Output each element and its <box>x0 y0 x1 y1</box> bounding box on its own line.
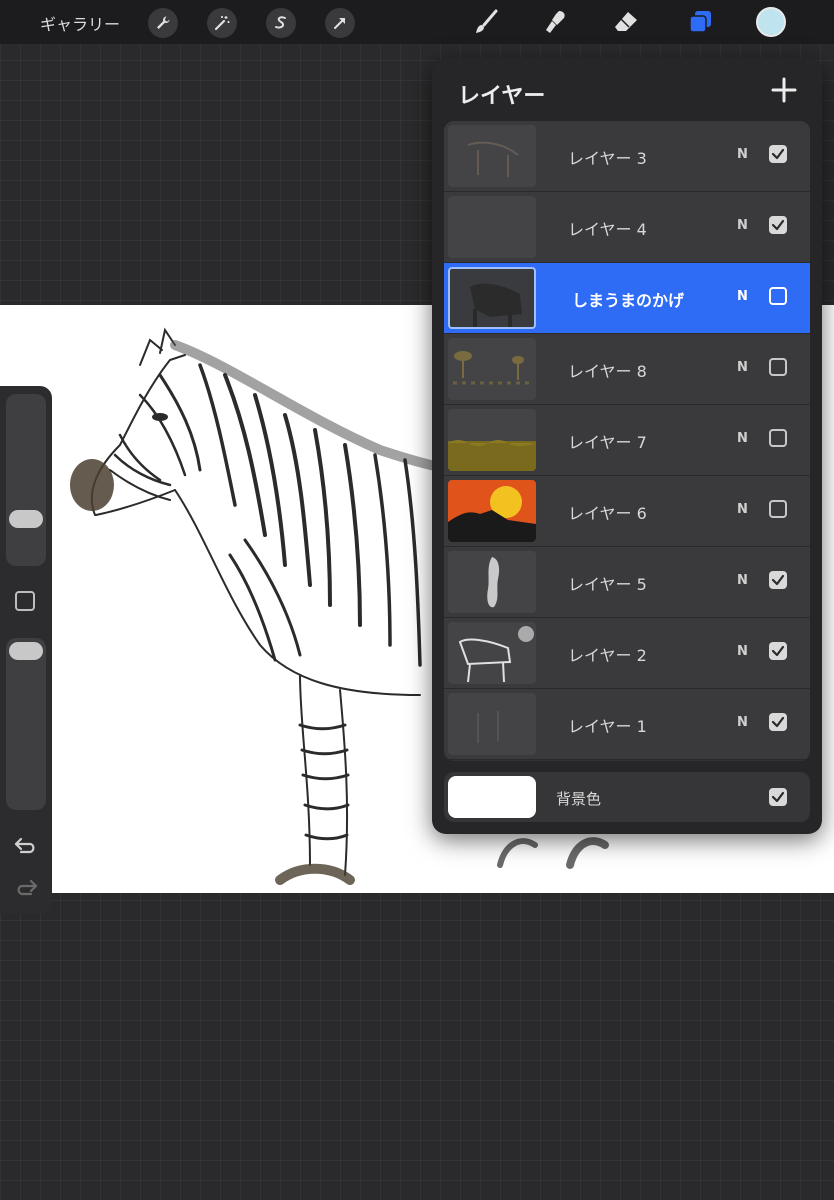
blend-mode-button[interactable]: N <box>737 502 748 517</box>
plus-icon[interactable] <box>770 76 798 104</box>
layer-name: レイヤー 5 <box>568 575 647 594</box>
layer-name: レイヤー 6 <box>568 504 647 523</box>
layer-thumbnail[interactable] <box>448 551 536 613</box>
layer-thumbnail[interactable] <box>448 622 536 684</box>
brush-tool[interactable] <box>470 6 502 38</box>
color-picker-button[interactable] <box>756 7 786 37</box>
wrench-icon <box>157 16 170 29</box>
layer-visibility-checkbox[interactable] <box>769 642 787 660</box>
layer-thumbnail[interactable] <box>448 125 536 187</box>
opacity-knob[interactable] <box>9 642 43 660</box>
layer-visibility-checkbox[interactable] <box>769 429 787 447</box>
layer-name: しまうまのかげ <box>572 291 685 310</box>
eraser-icon <box>615 12 637 31</box>
blend-mode-button[interactable]: N <box>737 218 748 233</box>
layer-row[interactable]: レイヤー 8 N <box>444 334 810 405</box>
layer-visibility-checkbox[interactable] <box>769 358 787 376</box>
layer-thumbnail[interactable] <box>448 409 536 471</box>
transform-arrow-icon <box>334 18 345 29</box>
eraser-tool[interactable] <box>610 6 642 38</box>
blend-mode-button[interactable]: N <box>737 289 748 304</box>
layer-visibility-checkbox[interactable] <box>769 500 787 518</box>
smudge-icon <box>546 11 565 33</box>
blend-mode-button[interactable]: N <box>737 573 748 588</box>
layer-thumbnail[interactable] <box>448 338 536 400</box>
checkmark-icon <box>771 716 785 728</box>
layers-icon <box>689 11 711 33</box>
layer-name: レイヤー 2 <box>568 646 647 665</box>
actions-button[interactable] <box>148 8 178 38</box>
layer-visibility-checkbox[interactable] <box>769 216 787 234</box>
layers-panel-title: レイヤー <box>458 84 546 109</box>
opacity-slider[interactable] <box>6 638 46 810</box>
redo-icon[interactable] <box>13 876 39 898</box>
selection-button[interactable] <box>266 8 296 38</box>
blend-mode-button[interactable]: N <box>737 644 748 659</box>
checkmark-icon <box>771 148 785 160</box>
layer-thumbnail[interactable] <box>448 196 536 258</box>
brush-icon <box>476 9 498 33</box>
layer-thumbnail[interactable] <box>448 693 536 755</box>
blend-mode-button[interactable]: N <box>737 431 748 446</box>
layer-visibility-checkbox[interactable] <box>769 713 787 731</box>
magic-wand-icon <box>214 16 230 31</box>
checkmark-icon <box>771 219 785 231</box>
smudge-tool[interactable] <box>540 6 572 38</box>
undo-icon[interactable] <box>13 834 39 856</box>
layer-visibility-checkbox[interactable] <box>769 287 787 305</box>
background-visibility-checkbox[interactable] <box>769 788 787 806</box>
transform-button[interactable] <box>325 8 355 38</box>
layer-thumbnail[interactable] <box>448 267 536 329</box>
layer-name: レイヤー 7 <box>568 433 647 452</box>
layer-row[interactable]: しまうまのかげ N <box>444 263 810 334</box>
background-color-row[interactable]: 背景色 <box>444 772 810 822</box>
blend-mode-button[interactable]: N <box>737 715 748 730</box>
layer-row[interactable]: レイヤー 7 N <box>444 405 810 476</box>
left-sidebar <box>0 386 52 914</box>
selection-icon <box>275 16 286 29</box>
layer-row[interactable]: レイヤー 4 N <box>444 192 810 263</box>
adjustments-button[interactable] <box>207 8 237 38</box>
checkmark-icon <box>771 574 785 586</box>
layer-name: レイヤー 8 <box>568 362 647 381</box>
layers-panel: レイヤー レイヤー 3 N レイヤー 4 N しまうまのかげ N レイヤー 8 N レイヤー 7… <box>432 58 822 834</box>
background-color-thumbnail[interactable] <box>448 776 536 818</box>
brush-size-slider[interactable] <box>6 394 46 566</box>
gallery-button[interactable]: ギャラリー <box>40 11 120 35</box>
checkmark-icon <box>771 645 785 657</box>
layers-tool[interactable] <box>684 6 716 38</box>
checkmark-icon <box>771 791 785 803</box>
blend-mode-button[interactable]: N <box>737 360 748 375</box>
layer-thumbnail[interactable] <box>448 480 536 542</box>
layer-name: レイヤー 3 <box>568 149 647 168</box>
layer-row[interactable]: レイヤー 6 N <box>444 476 810 547</box>
blend-mode-button[interactable]: N <box>737 147 748 162</box>
layer-name: レイヤー 4 <box>568 220 647 239</box>
modify-square-icon[interactable] <box>15 591 35 611</box>
layer-list: レイヤー 3 N レイヤー 4 N しまうまのかげ N レイヤー 8 N レイヤー 7 N レイヤー… <box>444 121 810 761</box>
layer-row[interactable]: レイヤー 3 N <box>444 121 810 192</box>
brush-size-knob[interactable] <box>9 510 43 528</box>
background-color-label: 背景色 <box>556 790 602 808</box>
layer-visibility-checkbox[interactable] <box>769 571 787 589</box>
layer-name: レイヤー 1 <box>568 717 647 736</box>
layer-row[interactable]: レイヤー 1 N <box>444 689 810 760</box>
layer-row[interactable]: レイヤー 2 N <box>444 618 810 689</box>
top-toolbar: ギャラリー <box>0 0 834 44</box>
layer-visibility-checkbox[interactable] <box>769 145 787 163</box>
layer-row[interactable]: レイヤー 5 N <box>444 547 810 618</box>
